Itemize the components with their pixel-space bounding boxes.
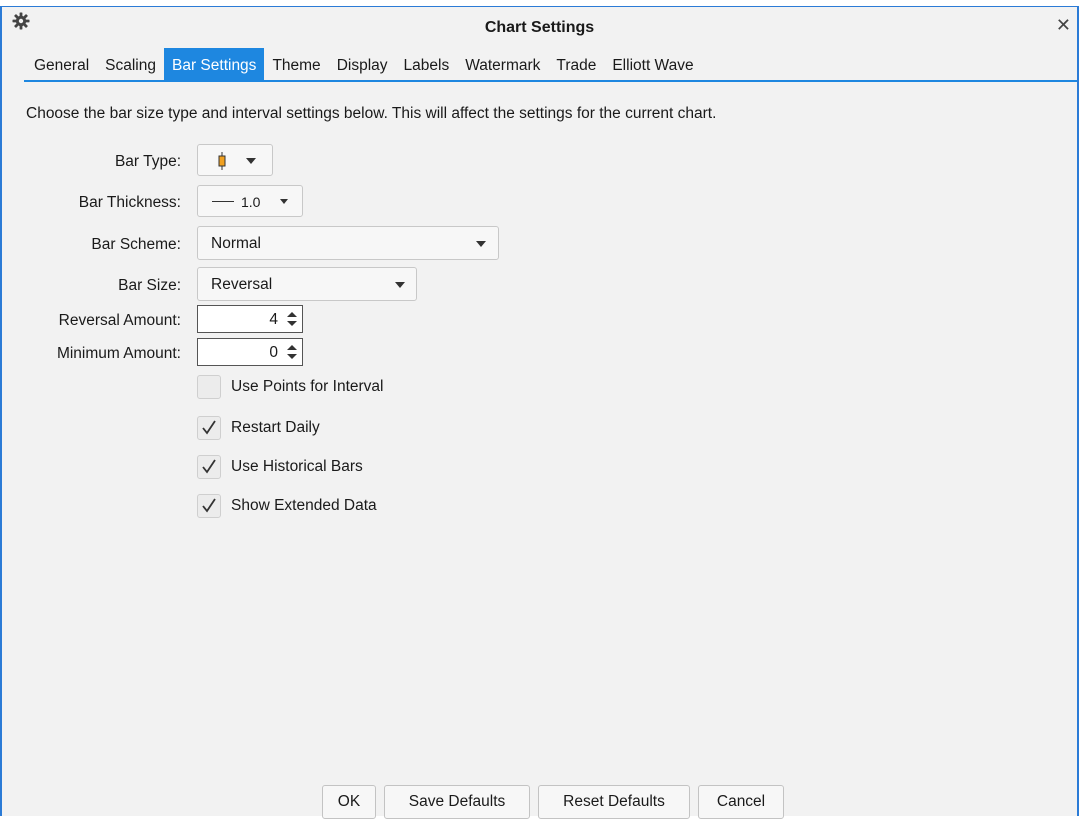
chart-settings-dialog: Chart Settings ✕ General Scaling Bar Set…: [0, 6, 1079, 819]
save-defaults-button[interactable]: Save Defaults: [384, 785, 530, 819]
checkbox-box[interactable]: [197, 455, 221, 479]
tab-theme[interactable]: Theme: [264, 48, 328, 80]
restart-daily-checkbox[interactable]: Restart Daily: [197, 415, 320, 441]
dialog-title: Chart Settings: [484, 19, 595, 36]
checkbox-box[interactable]: [197, 416, 221, 440]
title-bar[interactable]: Chart Settings ✕: [2, 7, 1077, 43]
spinner-arrows-icon[interactable]: [286, 344, 298, 360]
checkbox-box[interactable]: [197, 494, 221, 518]
minimum-amount-value: 0: [269, 344, 278, 361]
checkbox-label: Restart Daily: [231, 419, 320, 436]
candlestick-icon: [218, 152, 226, 174]
chevron-down-icon: [280, 199, 288, 204]
spinner-arrows-icon[interactable]: [286, 311, 298, 327]
checkbox-label: Use Points for Interval: [231, 378, 384, 395]
tab-watermark[interactable]: Watermark: [457, 48, 548, 80]
chevron-down-icon: [476, 241, 486, 247]
bar-thickness-dropdown[interactable]: 1.0: [197, 185, 303, 217]
use-points-for-interval-checkbox[interactable]: Use Points for Interval: [197, 374, 383, 400]
bar-scheme-label: Bar Scheme:: [91, 236, 181, 253]
tab-labels[interactable]: Labels: [396, 48, 458, 80]
reversal-amount-label: Reversal Amount:: [58, 312, 181, 329]
bar-thickness-label: Bar Thickness:: [78, 194, 181, 211]
reversal-amount-value: 4: [269, 311, 278, 328]
bar-size-value: Reversal: [211, 276, 273, 293]
tab-bar-settings[interactable]: Bar Settings: [164, 48, 265, 80]
tab-trade[interactable]: Trade: [548, 48, 604, 80]
use-historical-bars-checkbox[interactable]: Use Historical Bars: [197, 454, 363, 480]
chevron-down-icon: [246, 158, 256, 164]
close-icon[interactable]: ✕: [1056, 15, 1071, 35]
bar-size-label: Bar Size:: [118, 277, 181, 294]
tab-elliott-wave[interactable]: Elliott Wave: [604, 48, 701, 80]
bar-size-dropdown[interactable]: Reversal: [197, 267, 417, 301]
tab-scaling[interactable]: Scaling: [97, 48, 164, 80]
bar-scheme-value: Normal: [211, 235, 261, 252]
reversal-amount-spinner[interactable]: 4: [197, 305, 303, 333]
chevron-down-icon: [395, 282, 405, 288]
ok-button[interactable]: OK: [322, 785, 376, 819]
checkbox-label: Show Extended Data: [231, 497, 377, 514]
minimum-amount-spinner[interactable]: 0: [197, 338, 303, 366]
tab-underline: [24, 80, 1077, 82]
tab-display[interactable]: Display: [329, 48, 396, 80]
reset-defaults-button[interactable]: Reset Defaults: [538, 785, 690, 819]
minimum-amount-label: Minimum Amount:: [56, 345, 181, 362]
bar-type-label: Bar Type:: [114, 153, 181, 170]
tab-bar: General Scaling Bar Settings Theme Displ…: [26, 48, 702, 80]
bar-scheme-dropdown[interactable]: Normal: [197, 226, 499, 260]
show-extended-data-checkbox[interactable]: Show Extended Data: [197, 493, 377, 519]
bar-thickness-value: 1.0: [241, 194, 261, 210]
checkmark-icon: [202, 459, 216, 474]
tab-general[interactable]: General: [26, 48, 97, 80]
checkbox-box[interactable]: [197, 375, 221, 399]
checkbox-label: Use Historical Bars: [231, 458, 363, 475]
cancel-button[interactable]: Cancel: [698, 785, 784, 819]
checkmark-icon: [202, 420, 216, 435]
checkmark-icon: [202, 498, 216, 513]
line-thickness-icon: [212, 201, 234, 202]
bar-type-dropdown[interactable]: [197, 144, 273, 176]
description-text: Choose the bar size type and interval se…: [26, 105, 717, 122]
